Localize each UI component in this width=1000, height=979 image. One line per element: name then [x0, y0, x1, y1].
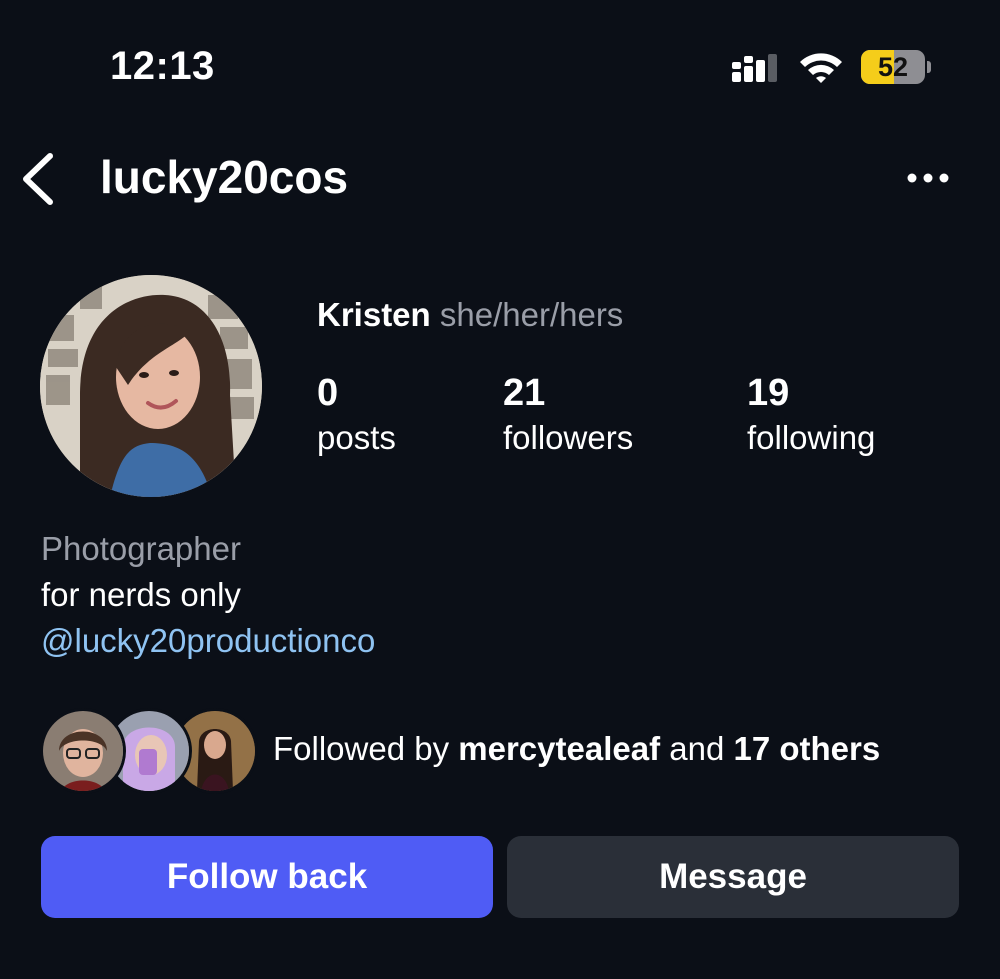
followers-label: followers [503, 419, 634, 456]
following-label: following [747, 419, 876, 456]
following-stat[interactable]: 19 following [747, 372, 875, 460]
followed-by-text[interactable]: Followed by mercytealeaf and 17 others [273, 730, 880, 768]
battery-indicator: 52 [861, 50, 931, 84]
follower-avatar-1[interactable] [40, 708, 126, 794]
cellular-signal-icon [732, 54, 777, 82]
wifi-icon [800, 53, 842, 83]
bio-category: Photographer [41, 530, 241, 567]
more-dots-icon[interactable] [898, 160, 958, 196]
profile-name-line: Kristen she/her/hers [317, 296, 623, 334]
profile-pronouns: she/her/hers [439, 296, 624, 333]
following-count: 19 [747, 372, 790, 414]
back-chevron-icon[interactable] [14, 148, 64, 210]
profile-username: lucky20cos [100, 151, 349, 203]
followers-stat[interactable]: 21 followers [503, 372, 633, 460]
posts-label: posts [317, 419, 396, 456]
posts-count: 0 [317, 372, 339, 414]
status-time: 12:13 [110, 44, 215, 88]
followed-by-others[interactable]: 17 others [733, 730, 880, 767]
message-button[interactable]: Message [507, 836, 959, 918]
profile-avatar[interactable] [40, 275, 262, 497]
followed-by-prefix: Followed by [273, 730, 459, 767]
posts-stat[interactable]: 0 posts [317, 372, 396, 460]
profile-name: Kristen [317, 296, 431, 333]
followed-by-user[interactable]: mercytealeaf [458, 730, 660, 767]
battery-level: 52 [877, 52, 909, 82]
bio-mention-link[interactable]: @lucky20productionco [41, 622, 375, 660]
bio-text: for nerds only [41, 576, 241, 613]
followers-count: 21 [503, 372, 546, 414]
follow-back-button[interactable]: Follow back [41, 836, 493, 918]
followed-by-middle: and [660, 730, 734, 767]
